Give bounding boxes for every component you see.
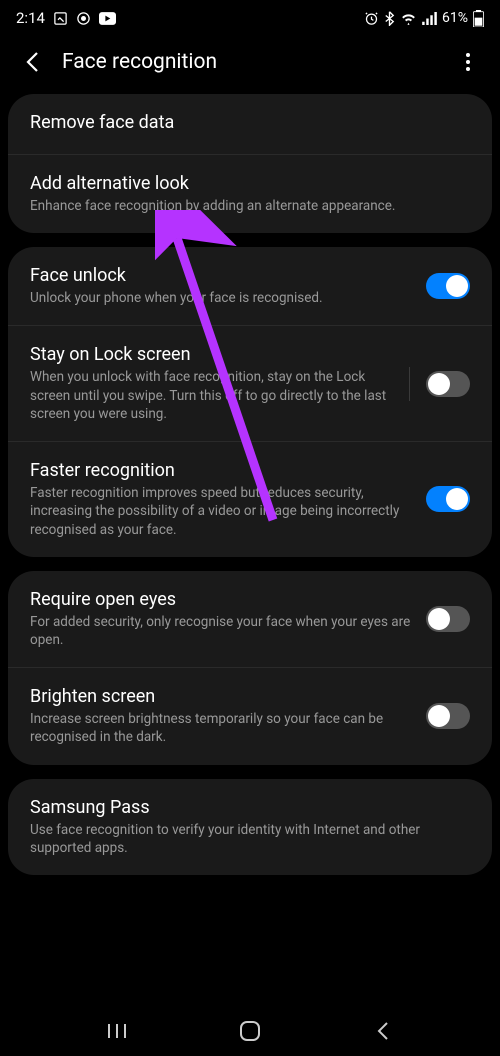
item-title: Samsung Pass [30, 797, 470, 818]
item-title: Add alternative look [30, 173, 470, 194]
faster-recognition-item[interactable]: Faster recognition Faster recognition im… [8, 442, 492, 557]
item-subtitle: Enhance face recognition by adding an al… [30, 197, 470, 215]
item-subtitle: When you unlock with face recognition, s… [30, 368, 393, 423]
youtube-icon [99, 12, 116, 25]
item-title: Require open eyes [30, 589, 426, 610]
item-subtitle: Faster recognition improves speed but re… [30, 484, 426, 539]
stay-on-lock-screen-item[interactable]: Stay on Lock screen When you unlock with… [8, 326, 492, 442]
settings-group: Face unlock Unlock your phone when your … [8, 247, 492, 557]
status-right: 61% [364, 10, 484, 27]
require-open-eyes-item[interactable]: Require open eyes For added security, on… [8, 571, 492, 668]
alarm-icon [364, 11, 379, 26]
item-subtitle: Use face recognition to verify your iden… [30, 821, 470, 857]
brighten-screen-item[interactable]: Brighten screen Increase screen brightne… [8, 668, 492, 764]
item-title: Remove face data [30, 112, 470, 133]
faster-recognition-toggle[interactable] [426, 486, 470, 512]
toggle-divider [409, 367, 410, 401]
bluetooth-icon [384, 11, 395, 26]
page-title: Face recognition [62, 50, 456, 74]
home-button[interactable] [238, 1019, 262, 1043]
back-button[interactable] [20, 50, 44, 74]
app-bar: Face recognition [0, 36, 500, 94]
item-title: Stay on Lock screen [30, 344, 393, 365]
face-unlock-item[interactable]: Face unlock Unlock your phone when your … [8, 247, 492, 326]
samsung-pass-item[interactable]: Samsung Pass Use face recognition to ver… [8, 779, 492, 875]
status-left: 2:14 [16, 9, 116, 27]
brighten-screen-toggle[interactable] [426, 703, 470, 729]
item-subtitle: Increase screen brightness temporarily s… [30, 710, 426, 746]
settings-group: Remove face data Add alternative look En… [8, 94, 492, 233]
item-subtitle: For added security, only recognise your … [30, 613, 426, 649]
signal-icon [422, 12, 437, 25]
battery-percentage: 61% [442, 10, 468, 26]
status-time: 2:14 [16, 9, 45, 27]
item-title: Brighten screen [30, 686, 426, 707]
circle-icon [76, 11, 91, 26]
add-alternative-look-item[interactable]: Add alternative look Enhance face recogn… [8, 155, 492, 233]
item-title: Faster recognition [30, 460, 426, 481]
require-open-eyes-toggle[interactable] [426, 606, 470, 632]
stay-on-lock-screen-toggle[interactable] [426, 371, 470, 397]
status-bar: 2:14 61% [0, 0, 500, 36]
settings-group: Require open eyes For added security, on… [8, 571, 492, 765]
settings-content: Remove face data Add alternative look En… [0, 94, 500, 875]
wifi-icon [400, 12, 417, 25]
face-unlock-toggle[interactable] [426, 273, 470, 299]
item-subtitle: Unlock your phone when your face is reco… [30, 289, 426, 307]
battery-icon [473, 10, 484, 27]
image-icon [53, 11, 68, 26]
settings-group: Samsung Pass Use face recognition to ver… [8, 779, 492, 875]
recents-button[interactable] [105, 1019, 129, 1043]
nav-back-button[interactable] [371, 1019, 395, 1043]
item-title: Face unlock [30, 265, 426, 286]
navigation-bar [0, 1006, 500, 1056]
remove-face-data-item[interactable]: Remove face data [8, 94, 492, 155]
more-options-button[interactable] [456, 53, 480, 71]
